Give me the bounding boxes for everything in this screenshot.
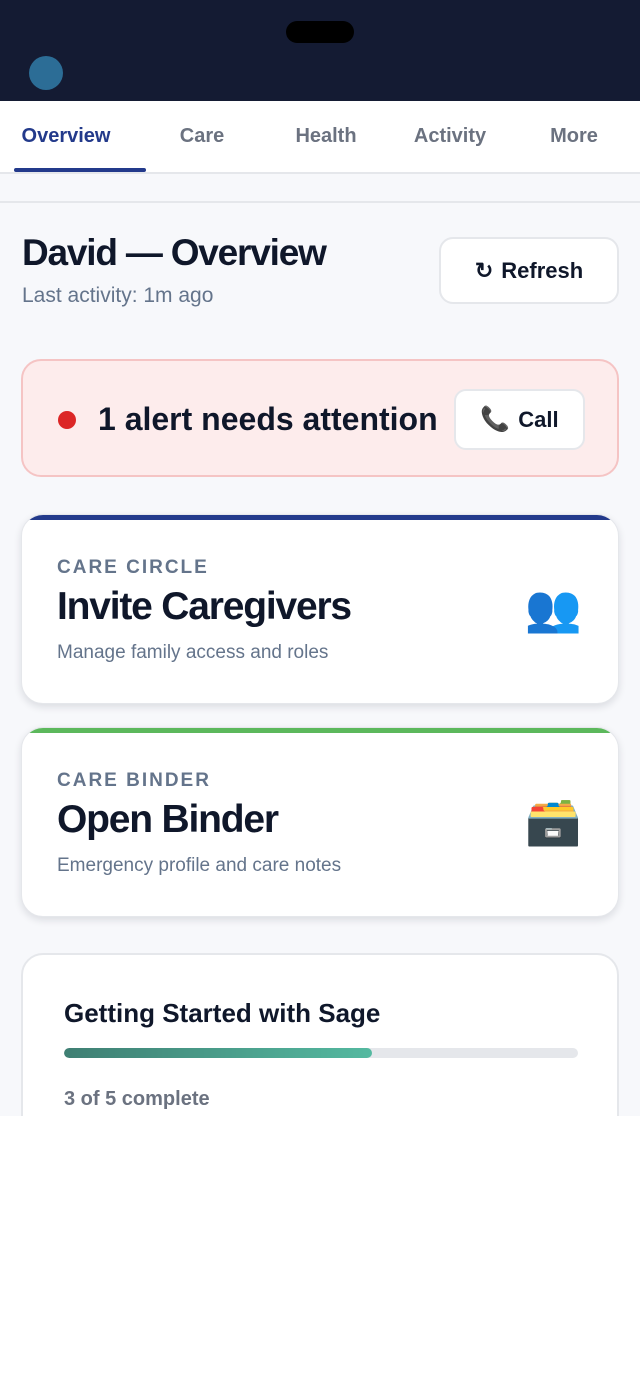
- refresh-button[interactable]: ↻ Refresh: [439, 237, 619, 304]
- active-tab-indicator: [14, 168, 146, 172]
- alert-dot: [58, 411, 76, 429]
- alert-banner: 1 alert needs attention 📞 Call: [21, 359, 619, 477]
- tab-label: Overview: [21, 125, 111, 147]
- alert-text: 1 alert needs attention: [98, 401, 438, 437]
- card-file-box-icon: 🗃️: [524, 795, 582, 847]
- card-description: Manage family access and roles: [57, 642, 329, 663]
- progress-track: [64, 1048, 578, 1058]
- overview-content: David — Overview Last activity: 1m ago ↻…: [0, 174, 640, 1116]
- tab-bar: Overview Care Health Activity More: [0, 101, 640, 174]
- card-title: Open Binder: [57, 798, 279, 841]
- card-eyebrow: CARE CIRCLE: [57, 557, 209, 578]
- tab-more[interactable]: More: [512, 101, 636, 172]
- tab-label: Activity: [413, 125, 487, 147]
- card-accent-bar: [22, 515, 618, 520]
- last-activity-text: Last activity: 1m ago: [22, 284, 214, 307]
- card-description: Emergency profile and care notes: [57, 855, 342, 876]
- divider: [0, 201, 640, 203]
- call-button[interactable]: 📞 Call: [454, 389, 585, 450]
- card-title: Invite Caregivers: [57, 585, 352, 628]
- camera-island: [286, 21, 354, 43]
- status-bar: [0, 0, 640, 101]
- tab-label: Health: [295, 125, 357, 147]
- getting-started-title: Getting Started with Sage: [64, 998, 381, 1028]
- card-eyebrow: CARE BINDER: [57, 770, 211, 791]
- refresh-label: Refresh: [501, 257, 584, 283]
- card-accent-bar: [22, 728, 618, 733]
- tab-overview[interactable]: Overview: [0, 101, 146, 172]
- call-label: Call: [518, 406, 559, 432]
- progress-text: 3 of 5 complete: [64, 1088, 210, 1110]
- refresh-icon: ↻: [474, 257, 494, 283]
- people-icon: 👥: [524, 582, 582, 634]
- progress-fill: [64, 1048, 373, 1058]
- page-title: David — Overview: [22, 232, 327, 273]
- getting-started-card[interactable]: Getting Started with Sage 3 of 5 complet…: [21, 953, 619, 1116]
- care-circle-card[interactable]: CARE CIRCLE Invite Caregivers Manage fam…: [21, 514, 619, 704]
- tab-care[interactable]: Care: [140, 101, 264, 172]
- tab-health[interactable]: Health: [264, 101, 388, 172]
- phone-icon: 📞: [480, 406, 511, 433]
- brand-logo: [29, 56, 63, 90]
- care-binder-card[interactable]: CARE BINDER Open Binder Emergency profil…: [21, 727, 619, 917]
- tab-label: More: [550, 125, 598, 147]
- tab-label: Care: [179, 125, 225, 147]
- tab-activity[interactable]: Activity: [388, 101, 512, 172]
